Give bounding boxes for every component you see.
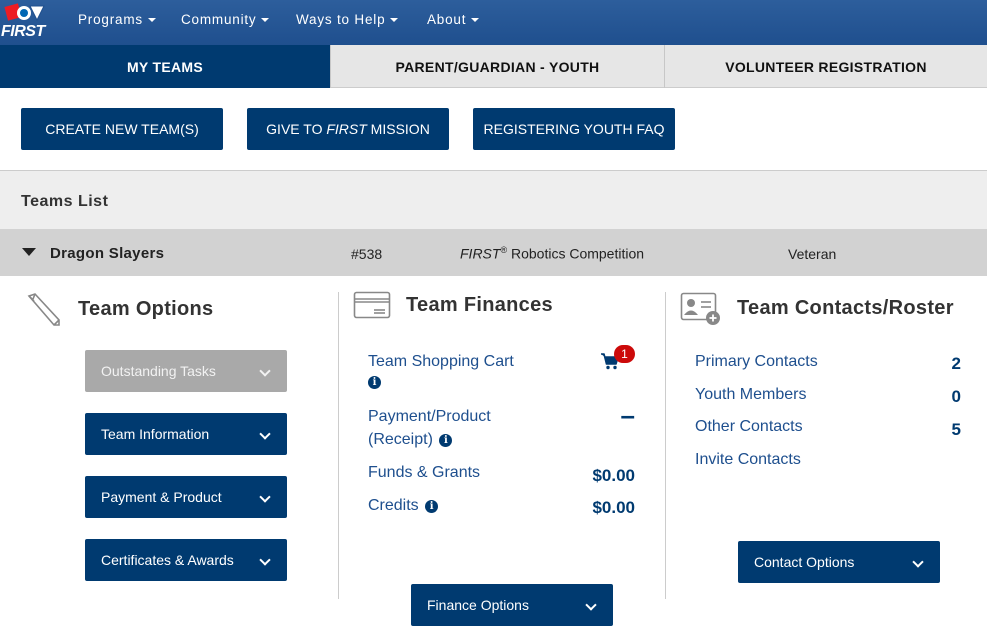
credits-label: Credits i (368, 497, 439, 515)
nav-ways-to-help[interactable]: Ways to Help (296, 12, 399, 27)
credits-text: Credits (368, 497, 419, 514)
nav-label: Ways to Help (296, 12, 386, 27)
give-first: FIRST (326, 121, 367, 137)
other-contacts-link[interactable]: Other Contacts (695, 418, 803, 436)
button-label: CREATE NEW TEAM(S) (45, 121, 199, 137)
teams-list-header: Teams List (0, 171, 987, 229)
payment-product-label[interactable]: Payment/Product (368, 408, 491, 426)
logo-text: FIRST (1, 23, 45, 40)
tab-volunteer-registration[interactable]: VOLUNTEER REGISTRATION (665, 45, 987, 88)
nav-label: Community (181, 12, 257, 27)
chevron-down-icon (259, 491, 271, 503)
tab-label: MY TEAMS (126, 58, 204, 75)
tab-bar: MY TEAMS PARENT/GUARDIAN - YOUTH VOLUNTE… (0, 45, 987, 88)
chevron-down-icon (259, 428, 271, 440)
invite-contacts-link[interactable]: Invite Contacts (695, 451, 801, 469)
first-logo[interactable]: FIRST (0, 2, 52, 42)
team-program: FIRST® Robotics Competition (460, 245, 644, 262)
program-rest: Robotics Competition (507, 245, 645, 262)
dropdown-label: Finance Options (427, 597, 529, 613)
teams-list-title: Teams List (21, 193, 109, 210)
finance-options-dropdown[interactable]: Finance Options (411, 584, 613, 626)
primary-contacts-count: 2 (951, 354, 961, 373)
team-status: Veteran (788, 246, 837, 262)
nav-programs[interactable]: Programs (78, 12, 156, 27)
info-icon[interactable]: i (439, 434, 453, 447)
youth-members-count: 0 (951, 387, 961, 406)
payment-value: – (620, 400, 635, 430)
dropdown-label: Outstanding Tasks (101, 363, 216, 379)
create-new-team-button[interactable]: CREATE NEW TEAM(S) (21, 108, 223, 150)
other-contacts-count: 5 (951, 420, 961, 439)
funds-grants-label: Funds & Grants (368, 464, 481, 481)
payment-receipt-label[interactable]: (Receipt) i (368, 431, 453, 449)
chevron-down-icon (585, 599, 597, 611)
give-suffix: MISSION (366, 121, 430, 137)
team-row[interactable]: Dragon Slayers #538 FIRST® Robotics Comp… (0, 229, 987, 276)
caret-down-icon (390, 18, 399, 22)
registering-youth-faq-button[interactable]: REGISTERING YOUTH FAQ (473, 108, 675, 150)
receipt-text: (Receipt) (368, 431, 433, 448)
button-label: GIVE TO FIRST MISSION (266, 121, 430, 137)
chevron-down-icon (259, 554, 271, 566)
tab-label: VOLUNTEER REGISTRATION (725, 58, 927, 75)
team-information-dropdown[interactable]: Team Information (85, 413, 287, 455)
dropdown-label: Payment & Product (101, 489, 222, 505)
chevron-down-icon (912, 556, 924, 568)
nav-label: Programs (78, 12, 143, 27)
caret-down-icon (147, 18, 156, 22)
dropdown-label: Contact Options (754, 554, 855, 570)
funds-grants-value: $0.00 (592, 466, 635, 485)
dropdown-label: Team Information (101, 426, 210, 442)
tab-my-teams[interactable]: MY TEAMS (0, 45, 331, 88)
contact-options-dropdown[interactable]: Contact Options (738, 541, 940, 583)
program-first: FIRST (460, 245, 501, 262)
payment-product-dropdown[interactable]: Payment & Product (85, 476, 287, 518)
button-label: REGISTERING YOUTH FAQ (483, 121, 665, 137)
team-options-title: Team Options (78, 298, 214, 320)
team-finances-title: Team Finances (406, 294, 553, 316)
give-prefix: GIVE TO (266, 121, 327, 137)
primary-contacts-link[interactable]: Primary Contacts (695, 353, 818, 371)
tab-parent-guardian-youth[interactable]: PARENT/GUARDIAN - YOUTH (331, 45, 665, 88)
team-number: #538 (351, 246, 383, 262)
dropdown-label: Certificates & Awards (101, 552, 234, 568)
nav-label: About (427, 12, 467, 27)
pencil-icon (27, 293, 60, 326)
nav-community[interactable]: Community (181, 12, 270, 27)
team-contacts-title: Team Contacts/Roster (737, 297, 954, 319)
caret-down-icon (261, 18, 270, 22)
give-to-first-mission-button[interactable]: GIVE TO FIRST MISSION (247, 108, 449, 150)
cart-count-badge: 1 (614, 345, 635, 363)
youth-members-link[interactable]: Youth Members (695, 386, 806, 404)
top-nav-bar: FIRST Programs Community Ways to Help Ab… (0, 0, 987, 45)
collapse-triangle-icon[interactable] (22, 248, 36, 256)
tab-label: PARENT/GUARDIAN - YOUTH (395, 58, 600, 75)
column-divider (665, 292, 666, 599)
chevron-down-icon (259, 365, 271, 377)
info-icon[interactable]: i (368, 376, 381, 389)
nav-about[interactable]: About (427, 12, 480, 27)
team-name: Dragon Slayers (50, 245, 165, 262)
outstanding-tasks-dropdown[interactable]: Outstanding Tasks (85, 350, 287, 392)
caret-down-icon (471, 18, 480, 22)
info-icon[interactable]: i (425, 500, 439, 513)
credits-value: $0.00 (592, 498, 635, 517)
certificates-awards-dropdown[interactable]: Certificates & Awards (85, 539, 287, 581)
contact-card-add-icon (680, 292, 720, 325)
credit-card-icon (353, 291, 391, 319)
team-shopping-cart-link[interactable]: Team Shopping Cart (368, 353, 514, 371)
column-divider (338, 292, 339, 599)
